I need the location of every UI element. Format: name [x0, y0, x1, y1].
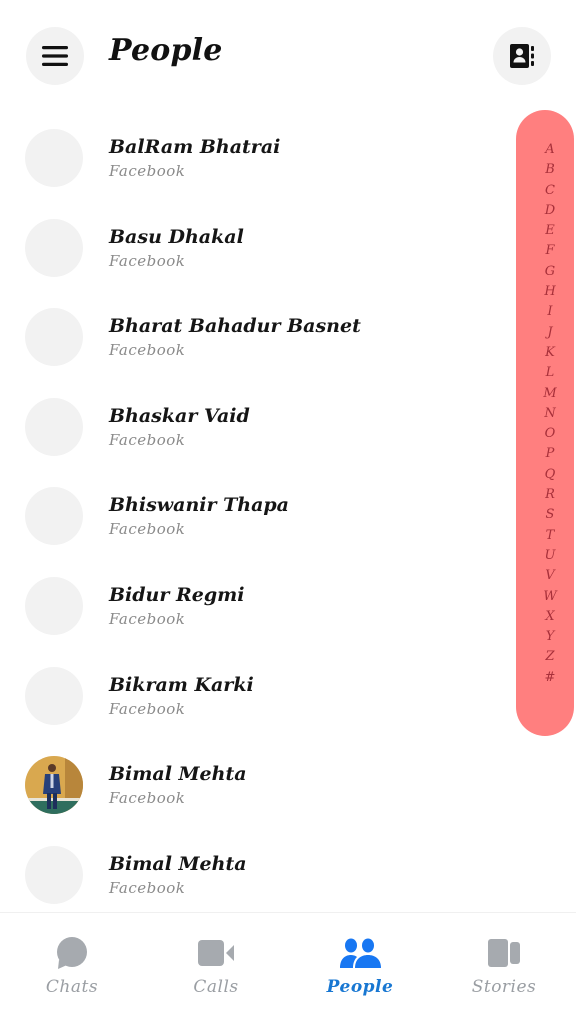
chat-bubble-icon	[57, 937, 87, 969]
contact-source: Facebook	[109, 520, 186, 539]
contact-name: Bimal Mehta	[109, 852, 247, 875]
index-letter[interactable]: H	[544, 282, 555, 302]
index-letter[interactable]: Q	[545, 465, 556, 485]
tab-calls[interactable]: Calls	[144, 913, 288, 1025]
tab-label: Chats	[45, 977, 99, 997]
index-letter[interactable]: L	[546, 363, 555, 383]
contact-row[interactable]: Bhiswanir Thapa Facebook	[0, 471, 510, 561]
contacts-list: BalRam Bhatrai Facebook Basu Dhakal Face…	[0, 113, 510, 919]
avatar-placeholder	[25, 218, 83, 277]
profile-photo-icon	[25, 756, 83, 815]
index-letter[interactable]: T	[546, 526, 555, 546]
contact-name: Basu Dhakal	[109, 225, 244, 248]
index-letter[interactable]: N	[544, 404, 555, 424]
avatar-placeholder	[25, 845, 83, 904]
index-letter[interactable]: E	[545, 221, 555, 241]
contact-name: Bhiswanir Thapa	[109, 494, 289, 517]
contact-row[interactable]: Bikram Karki Facebook	[0, 651, 510, 741]
contact-source: Facebook	[109, 341, 186, 360]
contact-row[interactable]: BalRam Bhatrai Facebook	[0, 113, 510, 203]
index-letter[interactable]: F	[545, 241, 554, 261]
index-letter[interactable]: #	[545, 668, 556, 688]
contact-name: BalRam Bhatrai	[109, 136, 281, 158]
index-letter[interactable]: O	[545, 424, 556, 444]
contact-row[interactable]: Bimal Mehta Facebook	[0, 740, 510, 830]
app-header: People	[0, 0, 576, 110]
index-letter[interactable]: Z	[545, 647, 554, 667]
contact-source: Facebook	[109, 430, 186, 449]
index-letter[interactable]: M	[543, 384, 556, 404]
contact-source: Facebook	[109, 789, 186, 808]
bottom-tab-bar: Chats Calls People Stories	[0, 912, 576, 1025]
tab-label: Calls	[193, 977, 239, 997]
tab-chats[interactable]: Chats	[0, 913, 144, 1025]
stories-icon	[488, 939, 520, 967]
index-letter[interactable]: V	[545, 566, 554, 586]
avatar-placeholder	[25, 666, 83, 725]
contacts-button[interactable]	[493, 27, 551, 85]
contact-source: Facebook	[109, 878, 186, 897]
index-letter[interactable]: C	[545, 181, 555, 201]
tab-people[interactable]: People	[288, 913, 432, 1025]
contact-name: Bidur Regmi	[109, 583, 245, 606]
index-letter[interactable]: Y	[546, 627, 555, 647]
avatar-placeholder	[25, 576, 83, 635]
index-letter[interactable]: P	[546, 444, 555, 464]
tab-label: Stories	[471, 977, 537, 997]
hamburger-menu-icon	[42, 46, 68, 66]
index-letter[interactable]: S	[546, 505, 555, 525]
contact-source: Facebook	[109, 251, 186, 270]
index-letter[interactable]: D	[545, 201, 555, 221]
contact-row[interactable]: Basu Dhakal Facebook	[0, 203, 510, 293]
index-letter[interactable]: B	[545, 160, 555, 180]
avatar-placeholder	[25, 129, 83, 187]
menu-button[interactable]	[26, 27, 84, 85]
index-letter[interactable]: J	[547, 323, 552, 343]
index-letter[interactable]: A	[545, 140, 554, 160]
contact-source: Facebook	[109, 609, 186, 628]
tab-stories[interactable]: Stories	[432, 913, 576, 1025]
avatar-placeholder	[25, 308, 83, 367]
avatar-placeholder	[25, 487, 83, 546]
video-camera-icon	[198, 940, 234, 966]
contact-name: Bhaskar Vaid	[109, 404, 250, 427]
contact-row[interactable]: Bharat Bahadur Basnet Facebook	[0, 292, 510, 382]
contact-row[interactable]: Bidur Regmi Facebook	[0, 561, 510, 651]
tab-label: People	[326, 977, 394, 997]
page-title: People	[109, 33, 223, 68]
contact-name: Bharat Bahadur Basnet	[109, 315, 361, 338]
contact-row[interactable]: Bimal Mehta Facebook	[0, 830, 510, 920]
index-letter[interactable]: X	[545, 607, 554, 627]
index-letter[interactable]: W	[543, 587, 556, 607]
alphabet-index-scrollbar[interactable]: A B C D E F G H I J K L M N O P Q R S T U V W X Y Z #	[516, 110, 574, 736]
index-letter[interactable]: I	[547, 302, 552, 322]
contact-source: Facebook	[109, 699, 186, 718]
contact-source: Facebook	[109, 162, 186, 180]
people-icon	[340, 938, 381, 968]
index-letter[interactable]: U	[545, 546, 556, 566]
contact-book-icon	[510, 44, 534, 68]
index-letter[interactable]: R	[545, 485, 555, 505]
index-letter[interactable]: K	[545, 343, 555, 363]
contact-row[interactable]: Bhaskar Vaid Facebook	[0, 382, 510, 472]
avatar-placeholder	[25, 397, 83, 456]
index-letter[interactable]: G	[545, 262, 555, 282]
avatar-photo	[25, 756, 83, 815]
contact-name: Bimal Mehta	[109, 763, 247, 786]
contact-name: Bikram Karki	[109, 673, 254, 696]
